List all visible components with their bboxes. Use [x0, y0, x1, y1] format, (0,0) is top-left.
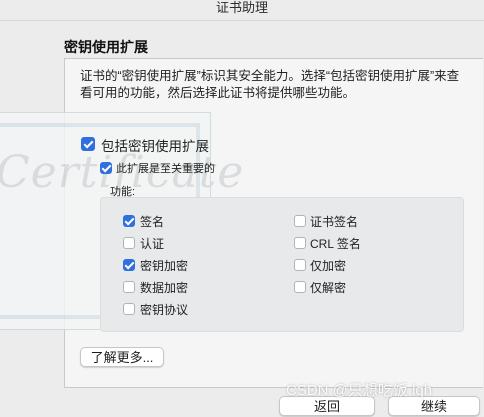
key-encipherment-label[interactable]: 密钥加密	[140, 257, 188, 274]
learn-more-button[interactable]: 了解更多...	[80, 347, 164, 367]
crl-signing-checkbox[interactable]	[294, 237, 306, 249]
decipher-only-label[interactable]: 仅解密	[310, 279, 346, 296]
key-agreement-label[interactable]: 密钥协议	[140, 301, 188, 318]
authentication-label[interactable]: 认证	[140, 235, 164, 252]
data-encipherment-label[interactable]: 数据加密	[140, 279, 188, 296]
key-encipherment-checkbox[interactable]	[123, 259, 135, 271]
window-titlebar: 证书助理	[0, 0, 484, 21]
signature-label[interactable]: 签名	[140, 213, 164, 230]
cert-signing-label[interactable]: 证书签名	[310, 213, 358, 230]
crl-signing-label[interactable]: CRL 签名	[310, 235, 361, 252]
section-description: 证书的“密钥使用扩展”标识其安全能力。选择“包括密钥使用扩展”来查看可用的功能，…	[80, 69, 460, 100]
critical-extension-checkbox[interactable]	[100, 162, 112, 174]
key-agreement-checkbox[interactable]	[123, 303, 135, 315]
include-extension-label[interactable]: 包括密钥使用扩展	[101, 135, 209, 155]
encipher-only-checkbox[interactable]	[294, 259, 306, 271]
decipher-only-checkbox[interactable]	[294, 281, 306, 293]
authentication-checkbox[interactable]	[123, 237, 135, 249]
signature-checkbox[interactable]	[123, 215, 135, 227]
window-title: 证书助理	[215, 0, 268, 15]
critical-extension-label[interactable]: 此扩展是至关重要的	[116, 160, 215, 176]
watermark-text: CSDN @只想吃饭 lqh	[286, 382, 433, 399]
data-encipherment-checkbox[interactable]	[123, 281, 135, 293]
section-heading: 密钥使用扩展	[64, 39, 148, 55]
encipher-only-label[interactable]: 仅加密	[310, 257, 346, 274]
cert-signing-checkbox[interactable]	[294, 215, 306, 227]
include-extension-checkbox[interactable]	[81, 137, 95, 151]
